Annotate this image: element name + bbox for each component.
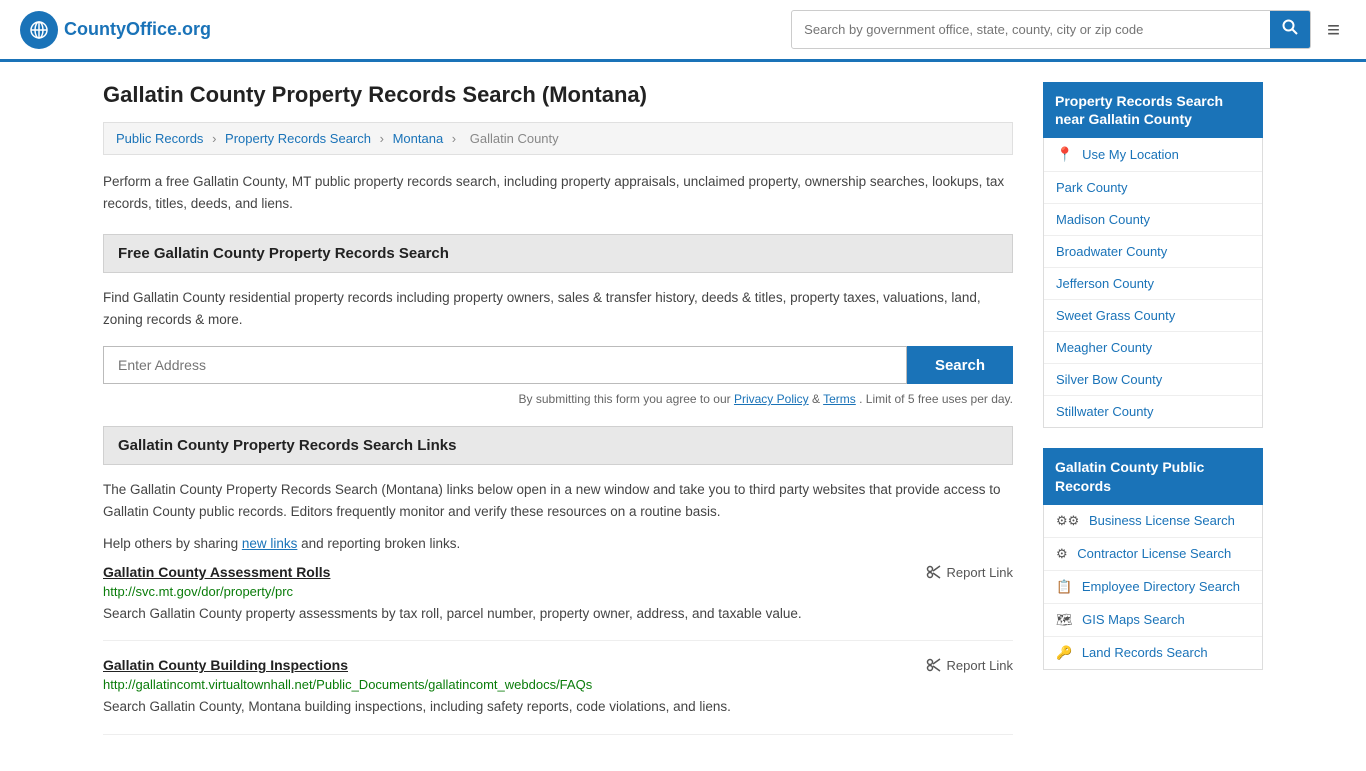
address-search-row: Search: [103, 346, 1013, 384]
breadcrumb-sep-3: ›: [452, 131, 456, 146]
address-input[interactable]: [103, 346, 907, 384]
gear-icon-business: ⚙⚙: [1056, 513, 1079, 529]
sidebar-item-jefferson-county[interactable]: Jefferson County: [1044, 268, 1262, 300]
form-note: By submitting this form you agree to our…: [103, 392, 1013, 406]
main-wrapper: Gallatin County Property Records Search …: [83, 62, 1283, 771]
breadcrumb-sep-2: ›: [380, 131, 384, 146]
terms-link[interactable]: Terms: [823, 392, 856, 406]
links-section-heading: Gallatin County Property Records Search …: [103, 426, 1013, 465]
doc-icon: 📋: [1056, 579, 1072, 595]
new-links-link[interactable]: new links: [242, 536, 298, 551]
breadcrumb-property-records[interactable]: Property Records Search: [225, 131, 371, 146]
page-title: Gallatin County Property Records Search …: [103, 82, 1013, 108]
link-url-1: http://svc.mt.gov/dor/property/prc: [103, 584, 1013, 599]
sidebar-item-silver-bow-county[interactable]: Silver Bow County: [1044, 364, 1262, 396]
gear-icon-contractor: ⚙: [1056, 546, 1068, 562]
privacy-policy-link[interactable]: Privacy Policy: [734, 392, 809, 406]
sweet-grass-county-link[interactable]: Sweet Grass County: [1056, 308, 1175, 323]
link-desc-1: Search Gallatin County property assessme…: [103, 604, 1013, 624]
report-link-btn-2[interactable]: Report Link: [926, 657, 1013, 673]
links-section-description: The Gallatin County Property Records Sea…: [103, 479, 1013, 522]
logo-icon: [20, 11, 58, 49]
sidebar-item-meagher-county[interactable]: Meagher County: [1044, 332, 1262, 364]
form-note-and: &: [812, 392, 823, 406]
breadcrumb-current: Gallatin County: [470, 131, 559, 146]
sidebar-item-contractor-license[interactable]: ⚙ Contractor License Search: [1044, 538, 1262, 571]
header-right: ≡: [791, 10, 1346, 49]
address-search-button[interactable]: Search: [907, 346, 1013, 384]
report-link-label-2: Report Link: [947, 658, 1013, 673]
link-item-header-1: Gallatin County Assessment Rolls Report …: [103, 564, 1013, 580]
global-search-bar: [791, 10, 1311, 49]
stillwater-county-link[interactable]: Stillwater County: [1056, 404, 1154, 419]
broadwater-county-link[interactable]: Broadwater County: [1056, 244, 1167, 259]
form-note-limit: . Limit of 5 free uses per day.: [859, 392, 1013, 406]
location-icon: 📍: [1056, 146, 1073, 163]
meagher-county-link[interactable]: Meagher County: [1056, 340, 1152, 355]
link-item-header-2: Gallatin County Building Inspections Rep…: [103, 657, 1013, 673]
scissors-icon-1: [926, 564, 942, 580]
breadcrumb: Public Records › Property Records Search…: [103, 122, 1013, 155]
link-item-assessment-rolls: Gallatin County Assessment Rolls Report …: [103, 564, 1013, 641]
sidebar-item-broadwater-county[interactable]: Broadwater County: [1044, 236, 1262, 268]
sidebar-public-records-title: Gallatin County Public Records: [1043, 448, 1263, 504]
map-icon: 🗺: [1056, 612, 1073, 628]
sidebar-item-use-my-location[interactable]: 📍 Use My Location: [1044, 138, 1262, 172]
free-search-heading: Free Gallatin County Property Records Se…: [103, 234, 1013, 273]
hamburger-menu[interactable]: ≡: [1321, 11, 1346, 49]
sidebar-item-sweet-grass-county[interactable]: Sweet Grass County: [1044, 300, 1262, 332]
sidebar-nearby-title: Property Records Search near Gallatin Co…: [1043, 82, 1263, 138]
sidebar-item-land-records[interactable]: 🔑 Land Records Search: [1044, 637, 1262, 669]
sidebar-item-stillwater-county[interactable]: Stillwater County: [1044, 396, 1262, 427]
sidebar: Property Records Search near Gallatin Co…: [1043, 82, 1263, 751]
employee-directory-link[interactable]: Employee Directory Search: [1082, 579, 1240, 594]
gis-maps-link[interactable]: GIS Maps Search: [1082, 612, 1185, 627]
sidebar-public-records-section: Gallatin County Public Records ⚙⚙ Busine…: [1043, 448, 1263, 669]
business-license-link[interactable]: Business License Search: [1089, 513, 1235, 528]
report-link-label-1: Report Link: [947, 565, 1013, 580]
sidebar-nearby-section: Property Records Search near Gallatin Co…: [1043, 82, 1263, 428]
scissors-icon-2: [926, 657, 942, 673]
form-note-text: By submitting this form you agree to our: [519, 392, 731, 406]
link-url-2: http://gallatincomt.virtualtownhall.net/…: [103, 677, 1013, 692]
logo-area: CountyOffice.org: [20, 11, 211, 49]
breadcrumb-montana[interactable]: Montana: [393, 131, 444, 146]
sidebar-item-madison-county[interactable]: Madison County: [1044, 204, 1262, 236]
sidebar-item-park-county[interactable]: Park County: [1044, 172, 1262, 204]
breadcrumb-public-records[interactable]: Public Records: [116, 131, 203, 146]
sidebar-item-employee-directory[interactable]: 📋 Employee Directory Search: [1044, 571, 1262, 604]
global-search-button[interactable]: [1270, 11, 1310, 48]
free-search-description: Find Gallatin County residential propert…: [103, 287, 1013, 330]
content-area: Gallatin County Property Records Search …: [103, 82, 1013, 751]
global-search-input[interactable]: [792, 14, 1270, 45]
use-my-location-link[interactable]: Use My Location: [1082, 147, 1179, 162]
contractor-license-link[interactable]: Contractor License Search: [1077, 546, 1231, 561]
breadcrumb-sep-1: ›: [212, 131, 216, 146]
jefferson-county-link[interactable]: Jefferson County: [1056, 276, 1154, 291]
logo-text: CountyOffice.org: [64, 19, 211, 40]
sidebar-item-gis-maps[interactable]: 🗺 GIS Maps Search: [1044, 604, 1262, 637]
links-section-help: Help others by sharing new links and rep…: [103, 533, 1013, 555]
link-item-building-inspections: Gallatin County Building Inspections Rep…: [103, 657, 1013, 734]
silver-bow-county-link[interactable]: Silver Bow County: [1056, 372, 1162, 387]
sidebar-item-business-license[interactable]: ⚙⚙ Business License Search: [1044, 505, 1262, 538]
page-description: Perform a free Gallatin County, MT publi…: [103, 171, 1013, 214]
key-icon: 🔑: [1056, 645, 1072, 661]
sidebar-public-records-list: ⚙⚙ Business License Search ⚙ Contractor …: [1043, 505, 1263, 670]
sidebar-nearby-list: 📍 Use My Location Park County Madison Co…: [1043, 138, 1263, 428]
report-link-btn-1[interactable]: Report Link: [926, 564, 1013, 580]
link-title-building[interactable]: Gallatin County Building Inspections: [103, 657, 348, 673]
link-title-assessment[interactable]: Gallatin County Assessment Rolls: [103, 564, 330, 580]
park-county-link[interactable]: Park County: [1056, 180, 1128, 195]
land-records-link[interactable]: Land Records Search: [1082, 645, 1208, 660]
madison-county-link[interactable]: Madison County: [1056, 212, 1150, 227]
site-header: CountyOffice.org ≡: [0, 0, 1366, 62]
link-desc-2: Search Gallatin County, Montana building…: [103, 697, 1013, 717]
